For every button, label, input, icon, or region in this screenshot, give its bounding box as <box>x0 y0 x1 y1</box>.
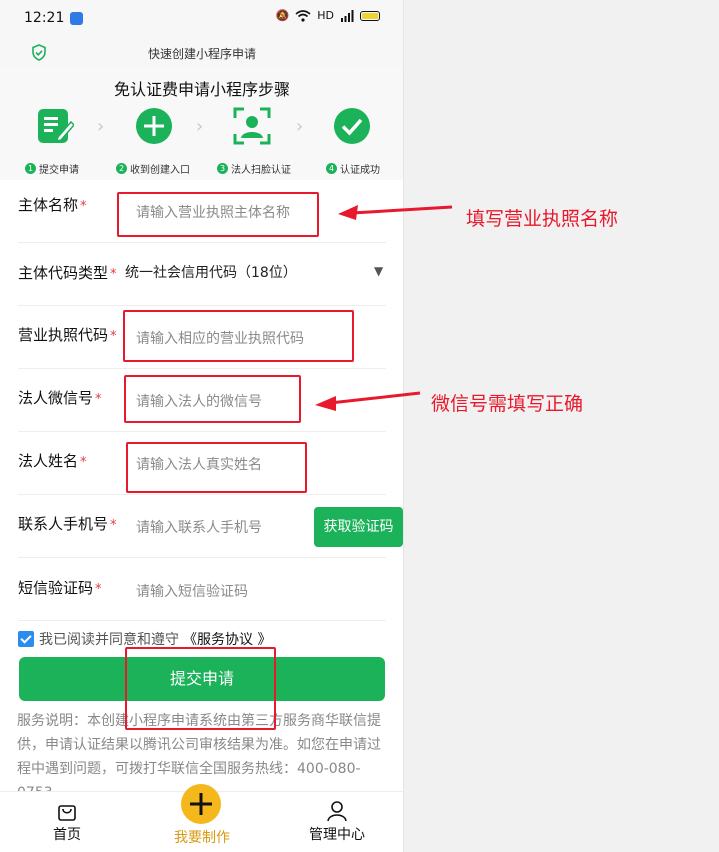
arrow-to-wechat <box>315 391 421 411</box>
annotation-arrows <box>315 205 453 411</box>
arrow-to-entity-name <box>338 205 453 220</box>
annotation-fill-license-name: 填写营业执照名称 <box>466 208 619 230</box>
annotation-wechat-correct: 微信号需填写正确 <box>431 393 584 415</box>
